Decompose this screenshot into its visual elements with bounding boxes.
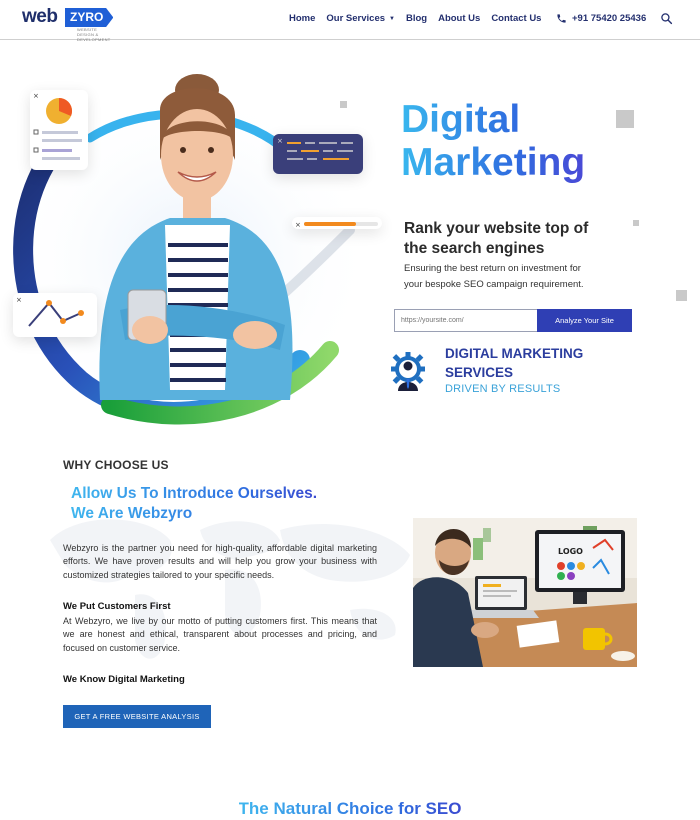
svg-text:×: ×	[33, 92, 39, 100]
main-nav: Home Our Services ▼ Blog About Us Contact…	[289, 13, 541, 24]
why-heading-line1: Allow Us To Introduce Ourselves.	[71, 485, 318, 502]
site-header: web ZYRO WEBSITE DESIGN & DEVELOPMENT Ho…	[0, 0, 700, 42]
services-title-line2: SERVICES	[445, 365, 514, 380]
progress-bar: ×	[295, 221, 378, 229]
decor-square	[340, 101, 347, 108]
point1-title: We Put Customers First	[63, 601, 171, 612]
logo-text-web: web	[22, 6, 58, 27]
hero-title: Digital Marketing	[401, 98, 585, 184]
caret-down-icon: ▼	[389, 16, 395, 22]
hero-subtitle-line1: Rank your website top of	[404, 220, 589, 237]
line-chart-card: ×	[13, 293, 97, 337]
analyze-site-button[interactable]: Analyze Your Site	[537, 309, 632, 332]
man-at-computer-image: LOGO	[413, 518, 637, 667]
natural-choice-heading-text: The Natural Choice for SEO	[238, 799, 462, 818]
logo-tagline: WEBSITE DESIGN & DEVELOPMENT	[77, 27, 111, 42]
nav-blog[interactable]: Blog	[406, 13, 427, 24]
natural-choice-heading: The Natural Choice for SEO	[0, 799, 700, 819]
services-tagline: DRIVEN BY RESULTS	[445, 383, 561, 395]
analyze-form: Analyze Your Site	[394, 309, 632, 332]
website-url-input[interactable]	[394, 309, 537, 332]
svg-text:×: ×	[277, 137, 283, 145]
logo-text-zyro: ZYRO	[65, 8, 114, 27]
point2-title: We Know Digital Marketing	[63, 674, 185, 685]
hero-description: Ensuring the best return on investment f…	[404, 261, 629, 293]
digital-marketing-services-block: DIGITAL MARKETING SERVICES DRIVEN BY RES…	[390, 343, 630, 403]
decor-square	[616, 110, 634, 128]
pie-chart-card: ×	[30, 90, 88, 170]
hero-subtitle: Rank your website top of the search engi…	[404, 219, 624, 259]
free-analysis-button[interactable]: GET A FREE WEBSITE ANALYSIS	[63, 705, 211, 728]
monitor-logo-text: LOGO	[558, 547, 583, 556]
gear-person-icon	[391, 352, 425, 391]
svg-text:×: ×	[295, 221, 301, 229]
svg-text:×: ×	[16, 296, 22, 304]
decor-square	[676, 290, 687, 301]
why-eyebrow: WHY CHOOSE US	[63, 458, 169, 472]
site-logo[interactable]: web ZYRO WEBSITE DESIGN & DEVELOPMENT	[22, 6, 114, 42]
why-heading-line2: We Are Webzyro	[71, 505, 193, 522]
point1-text: At Webzyro, we live by our motto of putt…	[63, 616, 377, 653]
code-chat-card: ×	[273, 134, 363, 174]
header-phone[interactable]: +91 75420 25436	[556, 13, 646, 24]
why-intro: Webzyro is the partner you need for high…	[63, 543, 377, 580]
why-heading: Allow Us To Introduce Ourselves. We Are …	[71, 484, 317, 524]
nav-about-us[interactable]: About Us	[438, 13, 480, 24]
hero-title-line2: Marketing	[401, 141, 586, 184]
phone-icon	[557, 14, 566, 23]
code-lines-icon: ×	[277, 137, 353, 160]
search-icon[interactable]	[660, 12, 673, 25]
decor-square	[633, 220, 639, 226]
nav-contact-us[interactable]: Contact Us	[491, 13, 541, 24]
progress-card: ×	[292, 217, 382, 229]
pie-chart-icon: ×	[33, 92, 82, 160]
phone-number: +91 75420 25436	[572, 13, 647, 24]
services-title-line1: DIGITAL MARKETING	[445, 346, 584, 361]
hero-illustration: × × × ×	[0, 60, 400, 440]
hero-title-line1: Digital	[401, 98, 521, 141]
hero-description-line2: your bespoke SEO campaign requirement.	[404, 279, 584, 290]
nav-home[interactable]: Home	[289, 13, 315, 24]
office-photo: LOGO	[413, 518, 637, 667]
line-chart-icon: ×	[16, 296, 84, 327]
nav-our-services[interactable]: Our Services ▼	[326, 13, 395, 24]
hero-description-line1: Ensuring the best return on investment f…	[404, 263, 581, 274]
services-title: DIGITAL MARKETING SERVICES	[445, 344, 615, 382]
nav-our-services-label: Our Services	[326, 13, 386, 24]
hero-subtitle-line2: the search engines	[404, 240, 545, 257]
